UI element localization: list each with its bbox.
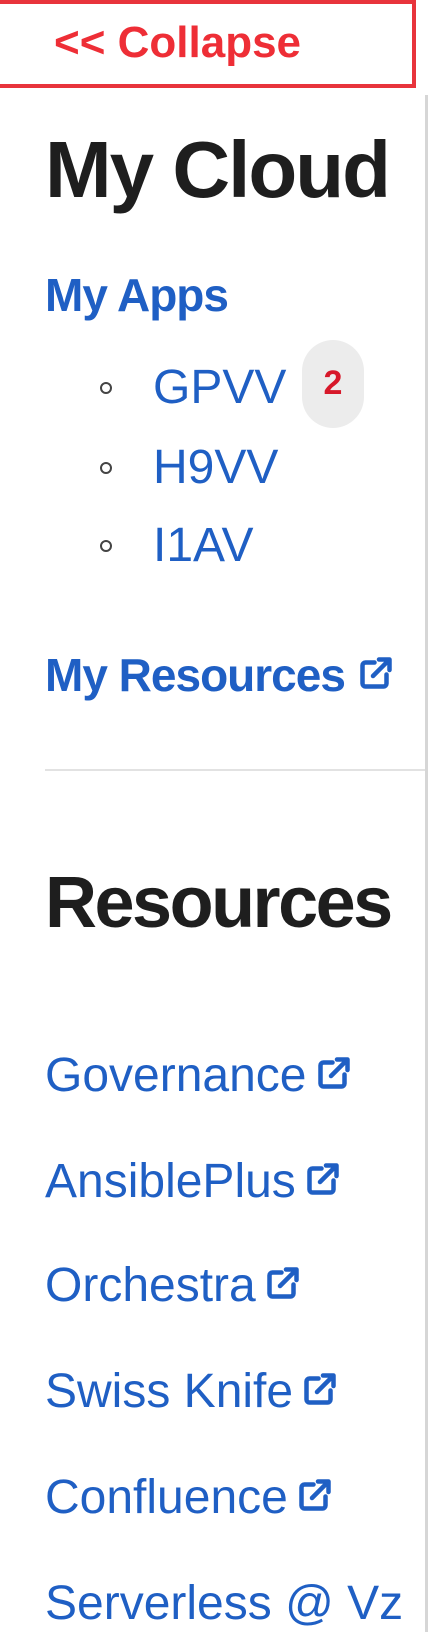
my-resources-label: My Resources [45, 649, 346, 701]
resource-link-ansibleplus[interactable]: AnsiblePlus [45, 1154, 342, 1209]
bullet-icon [100, 462, 112, 474]
app-label: I1AV [153, 519, 254, 572]
external-link-icon [266, 1267, 299, 1299]
resource-link-label: AnsiblePlus [45, 1155, 296, 1208]
external-link-icon [307, 1163, 339, 1195]
section-divider [45, 769, 425, 771]
my-apps-link[interactable]: My Apps [45, 268, 229, 322]
app-label: GPVV [153, 361, 287, 414]
resources-heading: Resources [45, 863, 393, 943]
collapse-button[interactable]: << Collapse [0, 0, 416, 88]
my-cloud-heading: My Cloud [45, 125, 391, 214]
resource-link-governance[interactable]: Governance [45, 1048, 353, 1103]
resource-link-label: Orchestra [45, 1259, 256, 1312]
resource-link-label: Serverless @ Vz [45, 1577, 404, 1630]
collapse-label: << Collapse [54, 18, 302, 67]
bullet-icon [100, 382, 112, 394]
external-link-icon [317, 1057, 350, 1089]
resource-link-label: Governance [45, 1049, 307, 1102]
resource-link-confluence[interactable]: Confluence [45, 1470, 334, 1525]
resource-link-orchestra[interactable]: Orchestra [45, 1258, 302, 1313]
resource-link-label: Confluence [45, 1471, 288, 1524]
resource-link-label: Swiss Knife [45, 1365, 294, 1418]
external-link-icon [304, 1373, 336, 1405]
resource-link-swiss-knife[interactable]: Swiss Knife [45, 1364, 339, 1419]
external-link-icon [299, 1479, 331, 1511]
sidebar-panel: << Collapse My Cloud My Apps GPVV 2 H9VV… [0, 0, 428, 1632]
bullet-icon [100, 540, 112, 552]
resource-link-serverless[interactable]: Serverless @ Vz [45, 1576, 403, 1631]
badge-count: 2 [323, 364, 343, 402]
my-resources-link[interactable]: My Resources [45, 648, 395, 702]
external-link-icon [360, 657, 392, 689]
notification-badge: 2 [302, 340, 364, 428]
app-label: H9VV [153, 441, 279, 494]
